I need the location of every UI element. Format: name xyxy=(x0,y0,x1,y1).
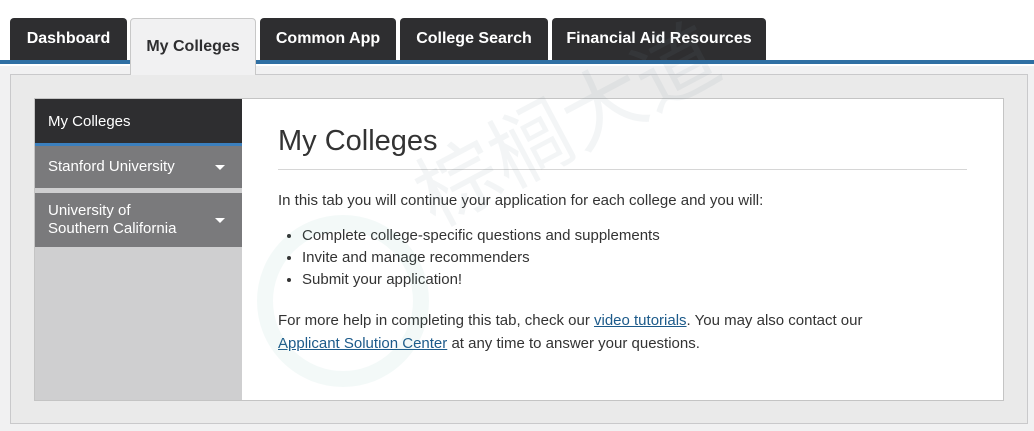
main-content: My Colleges In this tab you will continu… xyxy=(242,99,1003,400)
tab-my-colleges[interactable]: My Colleges xyxy=(130,18,256,75)
colleges-container: My Colleges Stanford University Universi… xyxy=(34,98,1004,401)
help-text-part: . You may also contact our xyxy=(686,312,863,329)
tab-financial-aid-resources[interactable]: Financial Aid Resources xyxy=(552,18,766,60)
sidebar-item-stanford-university[interactable]: Stanford University xyxy=(35,146,242,188)
sidebar-item-label: Stanford University xyxy=(48,158,175,175)
help-text-part: For more help in completing this tab, ch… xyxy=(278,312,594,329)
help-text: For more help in completing this tab, ch… xyxy=(278,309,967,355)
applicant-solution-center-link[interactable]: Applicant Solution Center xyxy=(278,335,447,352)
video-tutorials-link[interactable]: video tutorials xyxy=(594,312,687,329)
list-item: Complete college-specific questions and … xyxy=(302,225,967,247)
tab-dashboard[interactable]: Dashboard xyxy=(10,18,127,60)
sidebar-item-university-of-southern-california[interactable]: University of Southern California xyxy=(35,193,242,247)
page-title: My Colleges xyxy=(278,124,967,170)
college-sidebar: My Colleges Stanford University Universi… xyxy=(35,99,242,400)
list-item: Submit your application! xyxy=(302,269,967,291)
chevron-down-icon[interactable] xyxy=(215,164,225,170)
tab-common-app[interactable]: Common App xyxy=(260,18,396,60)
top-tab-bar: Dashboard My Colleges Common App College… xyxy=(0,0,1034,75)
tab-college-search[interactable]: College Search xyxy=(400,18,548,60)
sidebar-item-label: University of Southern California xyxy=(48,202,177,237)
chevron-down-icon[interactable] xyxy=(215,217,225,223)
intro-text: In this tab you will continue your appli… xyxy=(278,192,764,209)
list-item: Invite and manage recommenders xyxy=(302,247,967,269)
help-text-part: at any time to answer your questions. xyxy=(447,335,700,352)
task-list: Complete college-specific questions and … xyxy=(278,225,967,291)
sidebar-header[interactable]: My Colleges xyxy=(35,99,242,143)
